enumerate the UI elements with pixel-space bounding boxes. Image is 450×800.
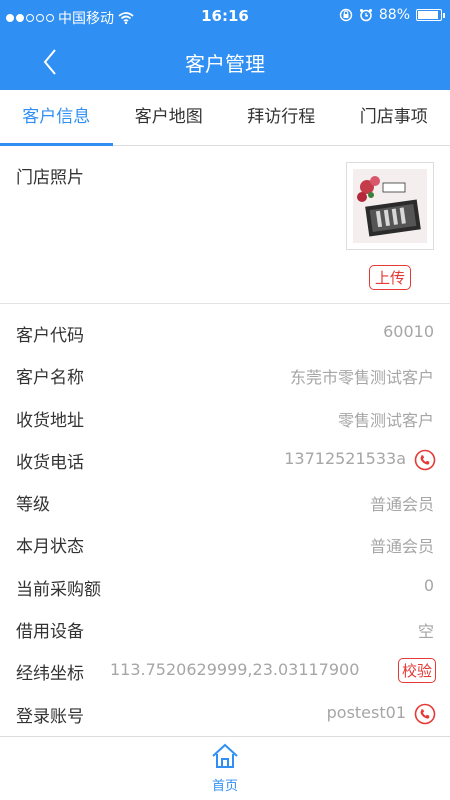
purchase-amount-value: 0 (423, 575, 434, 595)
tab-customer-map[interactable]: 客户地图 (113, 90, 226, 145)
shipping-address-label: 收货地址 (16, 410, 84, 431)
purchase-amount-label: 当前采购额 (16, 579, 101, 600)
borrowed-equipment-value: 空 (417, 622, 434, 642)
shipping-address-value: 零售测试客户 (337, 410, 434, 430)
phone-call-icon[interactable] (414, 449, 436, 471)
store-photo-label: 门店照片 (16, 168, 84, 188)
coordinates-value: 113.7520629999,23.03117900 (110, 660, 360, 680)
row-level: 等级 普通会员 (0, 481, 450, 523)
month-status-value: 普通会员 (369, 537, 434, 557)
row-coordinates: 经纬坐标 113.7520629999,23.03117900 校验 (0, 650, 450, 692)
shipping-phone-value: 13712521533a (284, 448, 406, 468)
row-login-account: 登录账号 postest01 (0, 693, 450, 735)
store-photo-thumbnail[interactable] (346, 162, 434, 250)
status-bar: 中国移动 16:16 88% (0, 0, 450, 32)
customer-code-value: 60010 (383, 322, 434, 341)
tab-visit-schedule[interactable]: 拜访行程 (225, 90, 338, 145)
level-label: 等级 (16, 495, 50, 516)
row-borrowed-equipment: 借用设备 空 (0, 608, 450, 650)
level-value: 普通会员 (369, 495, 434, 515)
tab-bar: 客户信息 客户地图 拜访行程 门店事项 (0, 90, 450, 146)
app-header: 中国移动 16:16 88% 客户管理 (0, 0, 450, 90)
login-account-label: 登录账号 (16, 706, 84, 727)
home-tab-label: 首页 (211, 779, 238, 794)
tab-customer-info[interactable]: 客户信息 (0, 90, 113, 146)
borrowed-equipment-label: 借用设备 (16, 622, 84, 643)
bottom-nav-bar: 首页 (0, 736, 450, 800)
row-purchase-amount: 当前采购额 0 (0, 566, 450, 608)
tab-store-matters[interactable]: 门店事项 (338, 90, 450, 145)
page-title: 客户管理 (185, 52, 265, 76)
customer-name-value: 东莞市零售测试客户 (289, 368, 434, 388)
row-customer-code: 客户代码 60010 (0, 312, 450, 354)
product-photo-image (353, 169, 427, 243)
verify-button[interactable]: 校验 (397, 658, 436, 684)
home-icon (212, 743, 238, 768)
battery-icon (416, 9, 445, 21)
store-photo-section: 门店照片 上传 (0, 147, 450, 304)
status-right: 88% (339, 7, 445, 23)
customer-code-label: 客户代码 (16, 326, 84, 346)
phone-call-icon[interactable] (414, 703, 436, 725)
row-shipping-address: 收货地址 零售测试客户 (0, 397, 450, 439)
login-account-value: postest01 (326, 702, 406, 722)
customer-name-label: 客户名称 (16, 368, 84, 389)
home-tab[interactable]: 首页 (195, 743, 255, 797)
month-status-label: 本月状态 (16, 537, 84, 558)
nav-bar: 客户管理 (0, 32, 450, 90)
battery-percent: 88% (378, 7, 410, 23)
alarm-icon (359, 9, 372, 22)
shipping-phone-label: 收货电话 (16, 452, 84, 473)
orientation-lock-icon (339, 8, 353, 22)
row-shipping-phone: 收货电话 13712521533a (0, 439, 450, 481)
coordinates-label: 经纬坐标 (16, 664, 84, 685)
row-customer-name: 客户名称 东莞市零售测试客户 (0, 354, 450, 396)
upload-button[interactable]: 上传 (369, 265, 412, 290)
customer-info-list: 客户代码 60010 客户名称 东莞市零售测试客户 收货地址 零售测试客户 收货… (0, 312, 450, 735)
row-month-status: 本月状态 普通会员 (0, 523, 450, 565)
